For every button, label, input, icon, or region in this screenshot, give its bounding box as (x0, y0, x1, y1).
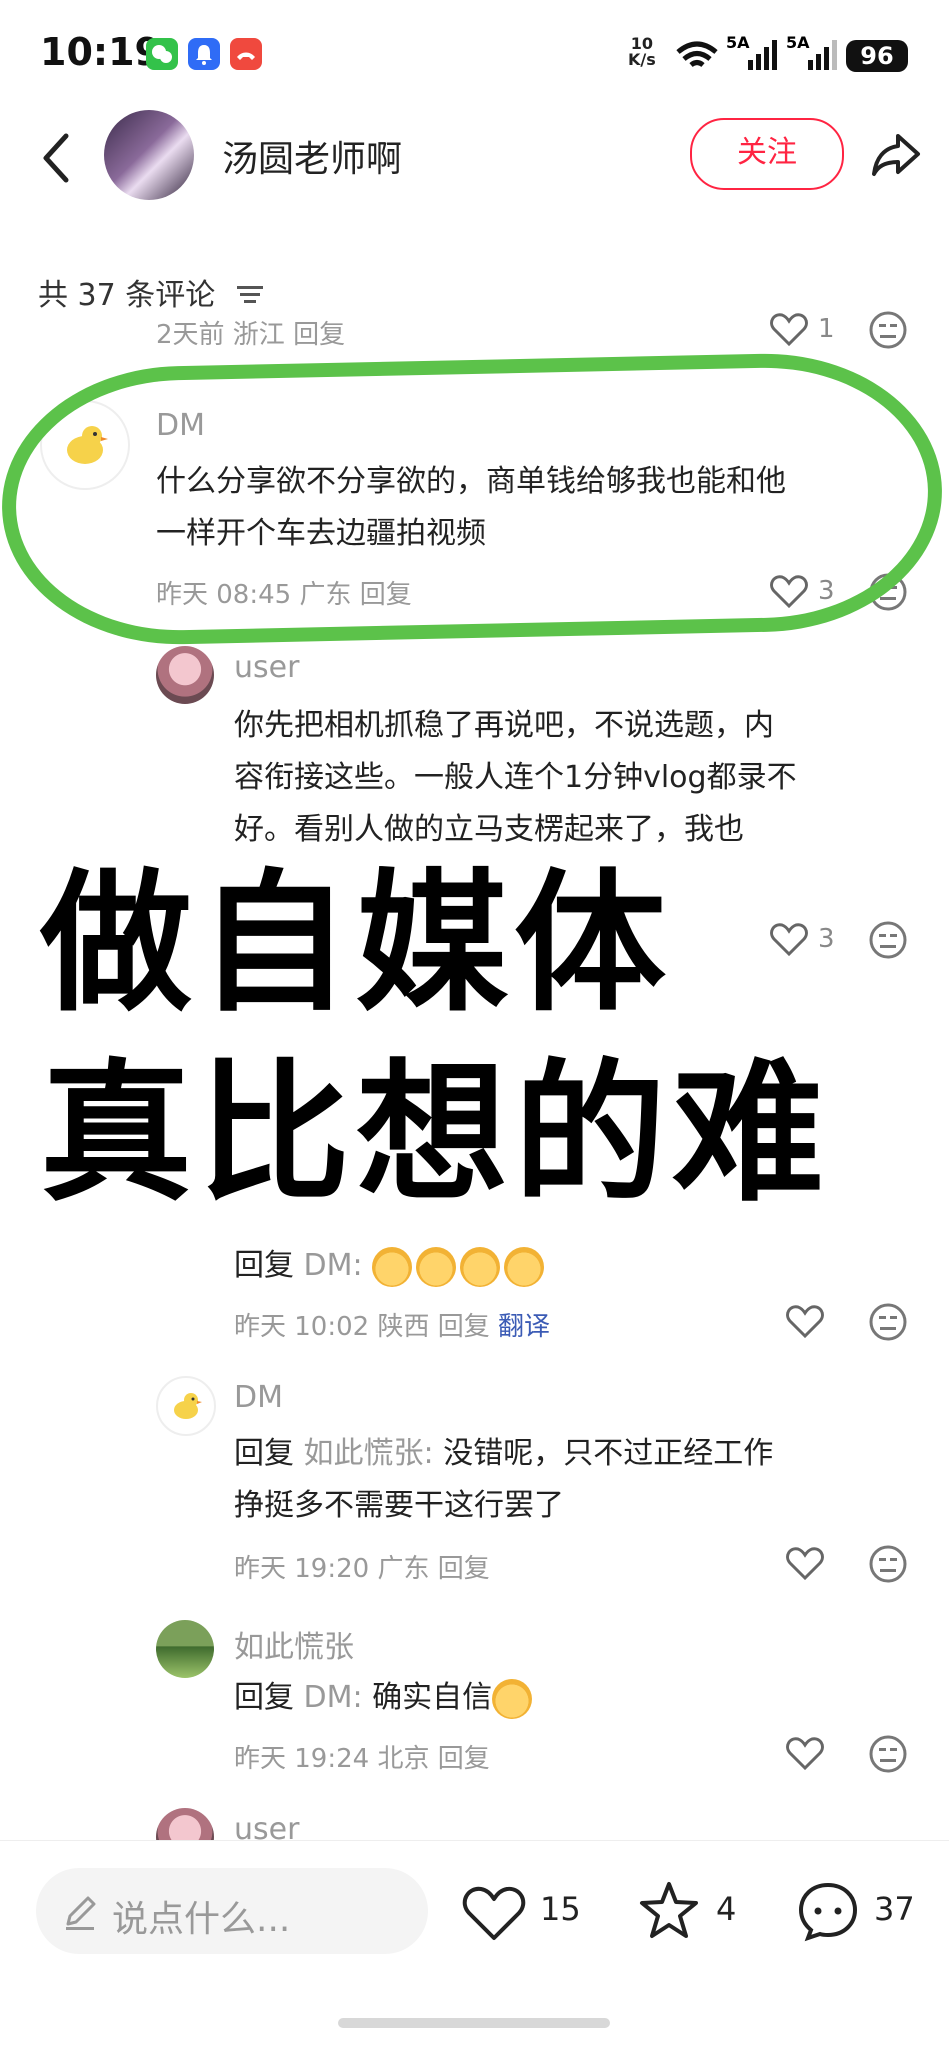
reply-prefix: 回复 (234, 1248, 294, 1283)
svg-text:5A: 5A (726, 34, 750, 52)
status-bar: 10:19 10 K/s 5A 5A 96 (0, 0, 949, 110)
missed-call-icon (230, 38, 262, 70)
emoji-sticker (416, 1246, 457, 1287)
reply-text-line: 你先把相机抓稳了再说吧，不说选题，内 (234, 708, 774, 743)
reply-text-line: 回复 DM: (234, 1240, 548, 1292)
author-name[interactable]: 汤圆老师啊 (222, 130, 402, 182)
like-count: 3 (818, 924, 835, 954)
reply-target[interactable]: 如此慌张: (304, 1436, 434, 1471)
like-icon[interactable] (786, 1304, 824, 1339)
star-icon[interactable] (638, 1880, 700, 1946)
reply-meta: 昨天 10:02 陕西 回复 翻译 (234, 1306, 550, 1343)
wechat-icon (146, 38, 178, 70)
overlay-headline-line1: 做自媒体 (40, 855, 672, 1032)
reply-text-line: 回复 DM: 确实自信 (234, 1672, 536, 1724)
reply-prefix: 回复 (234, 1680, 294, 1715)
battery-indicator: 96 (846, 40, 908, 72)
back-button[interactable] (36, 128, 76, 188)
signal-icon-2: 5A (786, 33, 842, 78)
net-speed: 10 K/s (628, 34, 656, 69)
reply-text-line: 容衔接这些。一般人连个1分钟vlog都录不 (234, 760, 797, 795)
sort-icon[interactable] (235, 279, 265, 314)
reply-text-line: 回复 如此慌张: 没错呢，只不过正经工作 (234, 1428, 773, 1480)
reply-text-line: 好。看别人做的立马支楞起来了，我也 (234, 812, 744, 847)
reply-meta: 昨天 19:20 广东 回复 (234, 1554, 490, 1584)
like-post-count: 15 (540, 1890, 581, 1928)
comment-count: 37 (874, 1890, 915, 1928)
reply-username[interactable]: user (234, 650, 299, 685)
dislike-icon[interactable] (868, 310, 908, 350)
reply-text: 确实自信 (362, 1680, 493, 1715)
reply-avatar[interactable] (156, 1376, 216, 1436)
reply-text-line: 挣挺多不需要干这行罢了 (234, 1488, 564, 1523)
like-icon[interactable] (770, 922, 808, 957)
reply-meta: 昨天 19:24 北京 回复 (234, 1744, 490, 1774)
dislike-icon[interactable] (868, 920, 908, 960)
author-avatar[interactable] (104, 110, 194, 200)
emoji-sticker (460, 1246, 501, 1287)
reply-target[interactable]: DM: (304, 1248, 363, 1283)
dislike-icon[interactable] (868, 1734, 908, 1774)
status-time: 10:19 (40, 30, 161, 74)
signal-icon-1: 5A (726, 33, 782, 78)
reply-avatar[interactable] (156, 646, 214, 704)
reply-prefix: 回复 (234, 1436, 294, 1471)
star-count: 4 (716, 1890, 737, 1928)
reply-username[interactable]: DM (234, 1380, 283, 1415)
prev-comment-meta: 2天前 浙江 回复 (156, 320, 346, 350)
home-indicator[interactable] (338, 2018, 610, 2028)
comment-input-placeholder[interactable]: 说点什么... (112, 1890, 290, 1942)
overlay-headline-line2: 真比想的难 (40, 1045, 830, 1222)
comments-title-text: 共 37 条评论 (38, 278, 216, 313)
reply-meta-text: 昨天 10:02 陕西 回复 (234, 1312, 490, 1342)
like-post-icon[interactable] (462, 1884, 526, 1946)
share-icon[interactable] (868, 126, 924, 182)
reply-text: 没错呢，只不过正经工作 (433, 1436, 774, 1471)
wifi-icon (672, 38, 722, 76)
follow-button[interactable]: 关注 (690, 118, 844, 190)
comments-count-title: 共 37 条评论 (38, 270, 265, 314)
emoji-sticker (492, 1678, 533, 1719)
like-icon[interactable] (786, 1736, 824, 1771)
like-icon[interactable] (786, 1546, 824, 1581)
pencil-icon (60, 1892, 100, 1936)
comment-bubble-icon[interactable] (796, 1880, 860, 1946)
reply-avatar[interactable] (156, 1620, 214, 1678)
reply-target[interactable]: DM: (304, 1680, 363, 1715)
prev-like-icon[interactable] (770, 312, 808, 347)
emoji-sticker (372, 1246, 413, 1287)
dislike-icon[interactable] (868, 1302, 908, 1342)
svg-text:5A: 5A (786, 34, 810, 52)
reply-username[interactable]: 如此慌张 (234, 1622, 354, 1666)
bell-icon (188, 38, 220, 70)
highlight-ring (0, 350, 945, 648)
emoji-sticker (504, 1246, 545, 1287)
translate-link[interactable]: 翻译 (498, 1312, 550, 1342)
dislike-icon[interactable] (868, 1544, 908, 1584)
prev-like-count: 1 (818, 314, 835, 344)
